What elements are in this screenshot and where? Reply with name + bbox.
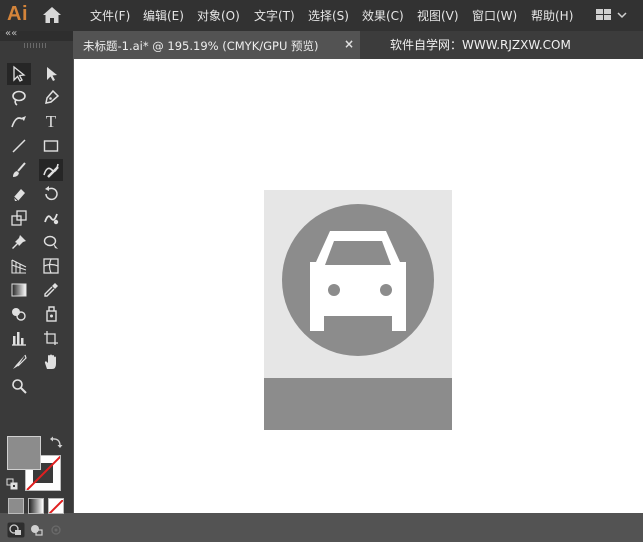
default-colors-icon bbox=[6, 478, 18, 490]
menu-object[interactable]: 对象(O) bbox=[197, 7, 240, 24]
swap-fill-stroke-button[interactable] bbox=[49, 434, 63, 448]
lasso-icon bbox=[12, 90, 26, 106]
rectangle-tool[interactable] bbox=[39, 135, 63, 157]
perspective-grid-tool[interactable] bbox=[7, 255, 31, 277]
tools-panel-header: «« bbox=[0, 28, 73, 41]
free-transform-icon bbox=[43, 235, 58, 249]
home-button[interactable] bbox=[42, 6, 62, 24]
tools-panel: «« T bbox=[0, 28, 73, 538]
pen-tool[interactable] bbox=[39, 87, 63, 109]
puppet-warp-tool[interactable] bbox=[7, 231, 31, 253]
menu-help[interactable]: 帮助(H) bbox=[531, 7, 573, 24]
zoom-tool[interactable] bbox=[7, 375, 31, 397]
rectangle-icon bbox=[43, 140, 59, 152]
rotate-icon bbox=[45, 186, 58, 201]
gradient-tool[interactable] bbox=[7, 279, 31, 301]
eyedropper-tool[interactable] bbox=[39, 279, 63, 301]
knife-slice-icon bbox=[13, 354, 27, 369]
curvature-tool[interactable] bbox=[7, 111, 31, 133]
artboard-tool[interactable] bbox=[39, 327, 63, 349]
selection-tool[interactable] bbox=[7, 63, 31, 85]
rotate-tool[interactable] bbox=[39, 183, 63, 205]
shape-builder-tool[interactable] bbox=[7, 303, 31, 325]
close-tab-button[interactable]: × bbox=[344, 37, 354, 51]
paintbrush-tool[interactable] bbox=[7, 159, 31, 181]
draw-normal-icon bbox=[7, 522, 25, 538]
watermark-text: 软件自学网：WWW.RJZXW.COM bbox=[390, 38, 571, 52]
artboard[interactable] bbox=[264, 190, 452, 430]
mesh-tool[interactable] bbox=[39, 255, 63, 277]
none-mode-button[interactable] bbox=[48, 498, 64, 514]
gradient-mode-button[interactable] bbox=[28, 498, 44, 514]
perspective-grid-icon bbox=[11, 259, 27, 274]
type-t-icon: T bbox=[45, 112, 57, 131]
shaper-tool[interactable] bbox=[39, 159, 63, 181]
menu-window[interactable]: 窗口(W) bbox=[472, 7, 517, 24]
scale-icon bbox=[11, 210, 27, 226]
live-paint-tool[interactable] bbox=[39, 303, 63, 325]
app-logo: Ai bbox=[7, 3, 28, 25]
home-icon bbox=[43, 7, 61, 23]
document-tab-title: 未标题-1.ai* @ 195.19% (CMYK/GPU 预览) bbox=[83, 39, 319, 53]
scale-tool[interactable] bbox=[7, 207, 31, 229]
hand-tool[interactable] bbox=[39, 351, 63, 373]
none-icon bbox=[49, 499, 63, 513]
canvas-area[interactable] bbox=[74, 59, 643, 513]
draw-behind-icon bbox=[31, 525, 43, 536]
menu-effect[interactable]: 效果(C) bbox=[362, 7, 404, 24]
color-mode-button[interactable] bbox=[8, 498, 24, 514]
menu-view[interactable]: 视图(V) bbox=[417, 7, 459, 24]
default-fill-stroke-button[interactable] bbox=[6, 475, 18, 490]
menu-edit[interactable]: 编辑(E) bbox=[143, 7, 184, 24]
collapse-panel-button[interactable]: «« bbox=[5, 28, 17, 39]
car-circle-artwork[interactable] bbox=[282, 204, 434, 356]
gray-rectangle[interactable] bbox=[264, 378, 452, 430]
eraser-tool[interactable] bbox=[7, 183, 31, 205]
menu-type[interactable]: 文字(T) bbox=[254, 7, 295, 24]
type-tool[interactable]: T bbox=[39, 111, 63, 133]
warp-icon bbox=[44, 213, 59, 225]
menu-bar: Ai 文件(F) 编辑(E) 对象(O) 文字(T) 选择(S) 效果(C) 视… bbox=[0, 0, 643, 31]
eraser-icon bbox=[13, 189, 25, 202]
draw-inside-icon bbox=[51, 525, 61, 535]
menu-file[interactable]: 文件(F) bbox=[90, 7, 130, 24]
direct-selection-arrow-icon bbox=[47, 67, 57, 81]
pen-nib-icon bbox=[45, 89, 60, 104]
shape-builder-icon bbox=[12, 308, 26, 321]
bar-chart-icon bbox=[12, 332, 26, 346]
lasso-tool[interactable] bbox=[7, 87, 31, 109]
shaper-icon bbox=[43, 163, 59, 178]
artboard-icon bbox=[44, 331, 58, 345]
direct-selection-tool[interactable] bbox=[39, 63, 63, 85]
fill-swatch[interactable] bbox=[7, 436, 41, 470]
live-paint-icon bbox=[46, 306, 57, 322]
hand-icon bbox=[44, 354, 56, 369]
draw-behind-button[interactable] bbox=[27, 522, 45, 538]
gradient-icon bbox=[11, 283, 27, 297]
magnifier-icon bbox=[12, 379, 27, 394]
selection-arrow-icon bbox=[13, 65, 26, 82]
curvature-pen-icon bbox=[11, 116, 26, 128]
slice-tool[interactable] bbox=[7, 351, 31, 373]
draw-normal-button[interactable] bbox=[7, 522, 25, 538]
workspace-switcher[interactable] bbox=[594, 7, 628, 23]
menu-select[interactable]: 选择(S) bbox=[308, 7, 349, 24]
workspace-grid-icon bbox=[596, 9, 627, 20]
document-tab-bar: 未标题-1.ai* @ 195.19% (CMYK/GPU 预览) × 软件自学… bbox=[74, 31, 643, 59]
column-graph-tool[interactable] bbox=[7, 327, 31, 349]
mesh-icon bbox=[43, 258, 59, 274]
free-transform-tool[interactable] bbox=[39, 231, 63, 253]
paintbrush-icon bbox=[13, 162, 26, 177]
warp-tool[interactable] bbox=[39, 207, 63, 229]
swap-arrow-icon bbox=[50, 436, 63, 448]
draw-inside-button[interactable] bbox=[47, 522, 65, 538]
eyedropper-icon bbox=[44, 283, 58, 297]
line-segment-tool[interactable] bbox=[7, 135, 31, 157]
line-segment-icon bbox=[12, 139, 26, 153]
document-tab[interactable]: 未标题-1.ai* @ 195.19% (CMYK/GPU 预览) × bbox=[74, 31, 360, 59]
pushpin-icon bbox=[12, 235, 26, 249]
panel-grip[interactable] bbox=[24, 43, 46, 48]
